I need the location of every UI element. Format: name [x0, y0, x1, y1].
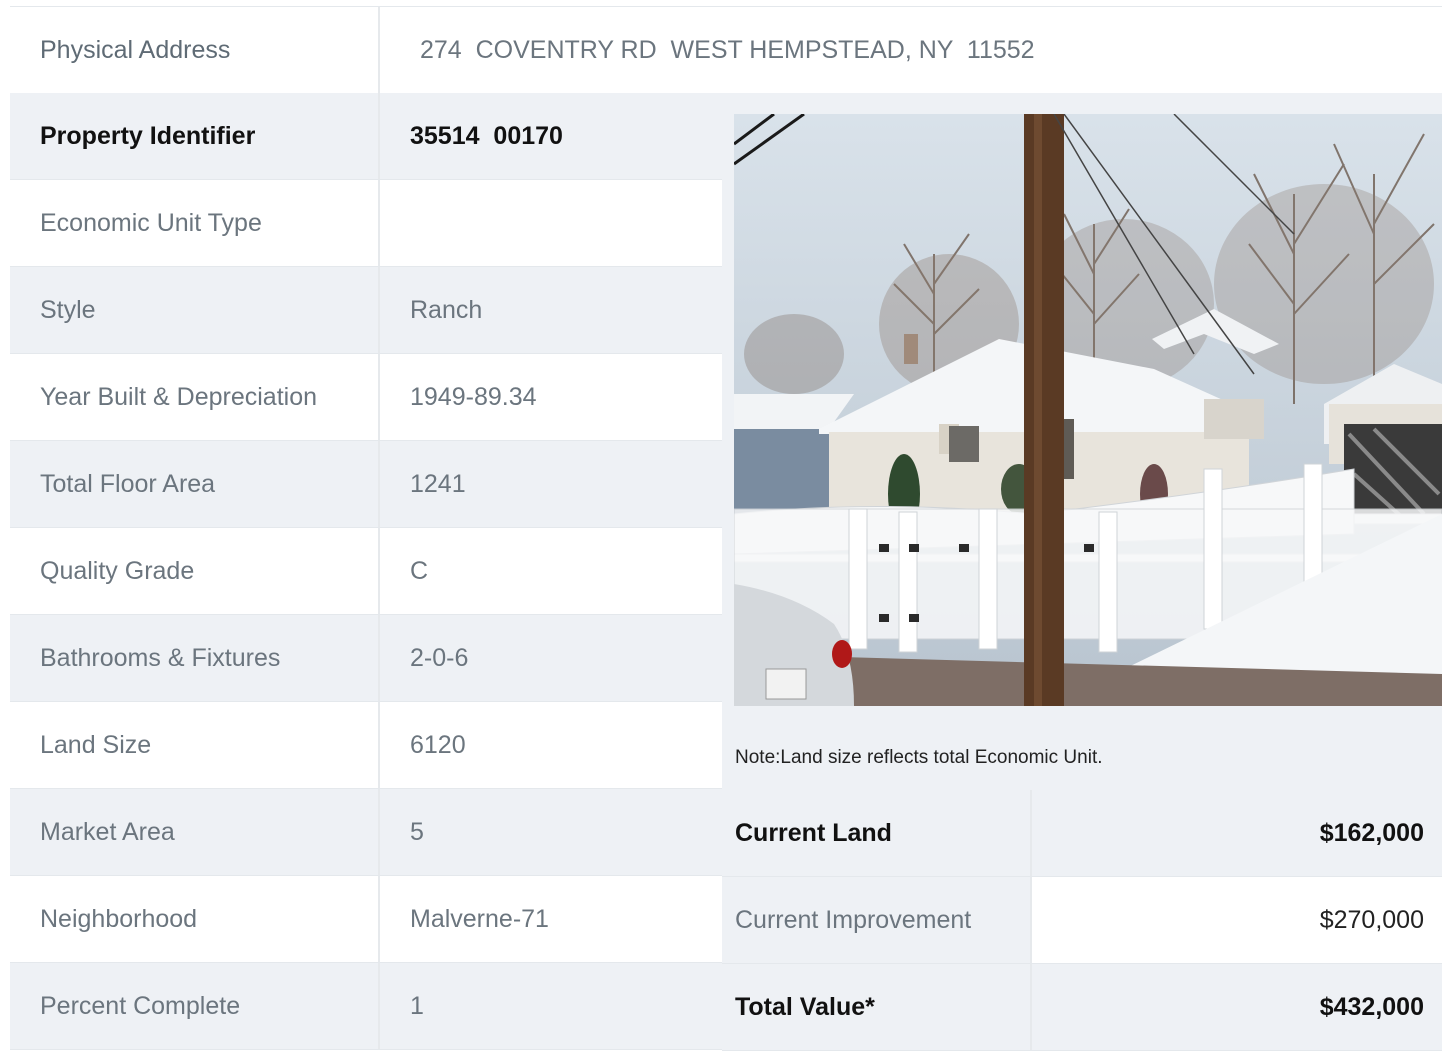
detail-value: 1241 — [410, 469, 466, 498]
value-row-total-value: Total Value* $432,000 — [722, 964, 1442, 1051]
property-details-table: Property Identifier 35514 00170 Economic… — [10, 93, 722, 1050]
value-label: Current Improvement — [722, 877, 1030, 963]
detail-row-quality-grade: Quality Grade C — [10, 528, 722, 615]
detail-label: Neighborhood — [10, 876, 380, 962]
detail-value: 1949-89.34 — [410, 382, 537, 411]
value-row-current-land: Current Land $162,000 — [722, 790, 1442, 877]
address-label: Physical Address — [10, 7, 380, 94]
detail-label: Property Identifier — [10, 93, 380, 179]
property-record: Physical Address 274 COVENTRY RD WEST HE… — [10, 6, 1442, 1051]
detail-label: Economic Unit Type — [10, 180, 380, 266]
detail-row-percent-complete: Percent Complete 1 — [10, 963, 722, 1050]
detail-label: Quality Grade — [10, 528, 380, 614]
property-photo-panel: Note:Land size reflects total Economic U… — [722, 93, 1442, 1051]
detail-row-land-size: Land Size 6120 — [10, 702, 722, 789]
detail-value: Ranch — [410, 295, 483, 324]
detail-label: Bathrooms & Fixtures — [10, 615, 380, 701]
detail-row-economic-unit-type: Economic Unit Type — [10, 180, 722, 267]
value-row-current-improvement: Current Improvement $270,000 — [722, 877, 1442, 964]
detail-value: 5 — [410, 817, 424, 846]
detail-label: Year Built & Depreciation — [10, 354, 380, 440]
detail-row-year-built: Year Built & Depreciation 1949-89.34 — [10, 354, 722, 441]
detail-value — [380, 180, 722, 266]
detail-label: Total Floor Area — [10, 441, 380, 527]
assessment-values-table: Current Land $162,000 Current Improvemen… — [722, 790, 1442, 1051]
detail-row-neighborhood: Neighborhood Malverne-71 — [10, 876, 722, 963]
detail-row-property-identifier: Property Identifier 35514 00170 — [10, 93, 722, 180]
address-value: 274 COVENTRY RD WEST HEMPSTEAD, NY 11552 — [420, 36, 1035, 64]
detail-value: 6120 — [410, 730, 466, 759]
value-amount: $270,000 — [1030, 877, 1442, 963]
detail-label: Market Area — [10, 789, 380, 875]
detail-row-style: Style Ranch — [10, 267, 722, 354]
detail-value: 2-0-6 — [410, 643, 469, 672]
detail-row-total-floor-area: Total Floor Area 1241 — [10, 441, 722, 528]
property-photo — [734, 114, 1442, 706]
detail-label: Percent Complete — [10, 963, 380, 1049]
land-size-note: Note:Land size reflects total Economic U… — [735, 747, 1103, 768]
detail-value: C — [410, 556, 429, 585]
value-amount: $162,000 — [1030, 790, 1442, 876]
detail-row-bathrooms: Bathrooms & Fixtures 2-0-6 — [10, 615, 722, 702]
detail-label: Style — [10, 267, 380, 353]
detail-row-market-area: Market Area 5 — [10, 789, 722, 876]
detail-label: Land Size — [10, 702, 380, 788]
detail-value: Malverne-71 — [410, 904, 549, 933]
address-row: Physical Address 274 COVENTRY RD WEST HE… — [10, 6, 1442, 94]
detail-value: 1 — [410, 991, 424, 1020]
value-label: Total Value* — [722, 964, 1030, 1050]
value-amount: $432,000 — [1030, 964, 1442, 1050]
value-label: Current Land — [722, 790, 1030, 876]
house-photo-illustration — [734, 114, 1442, 706]
detail-value: 35514 00170 — [410, 121, 563, 150]
